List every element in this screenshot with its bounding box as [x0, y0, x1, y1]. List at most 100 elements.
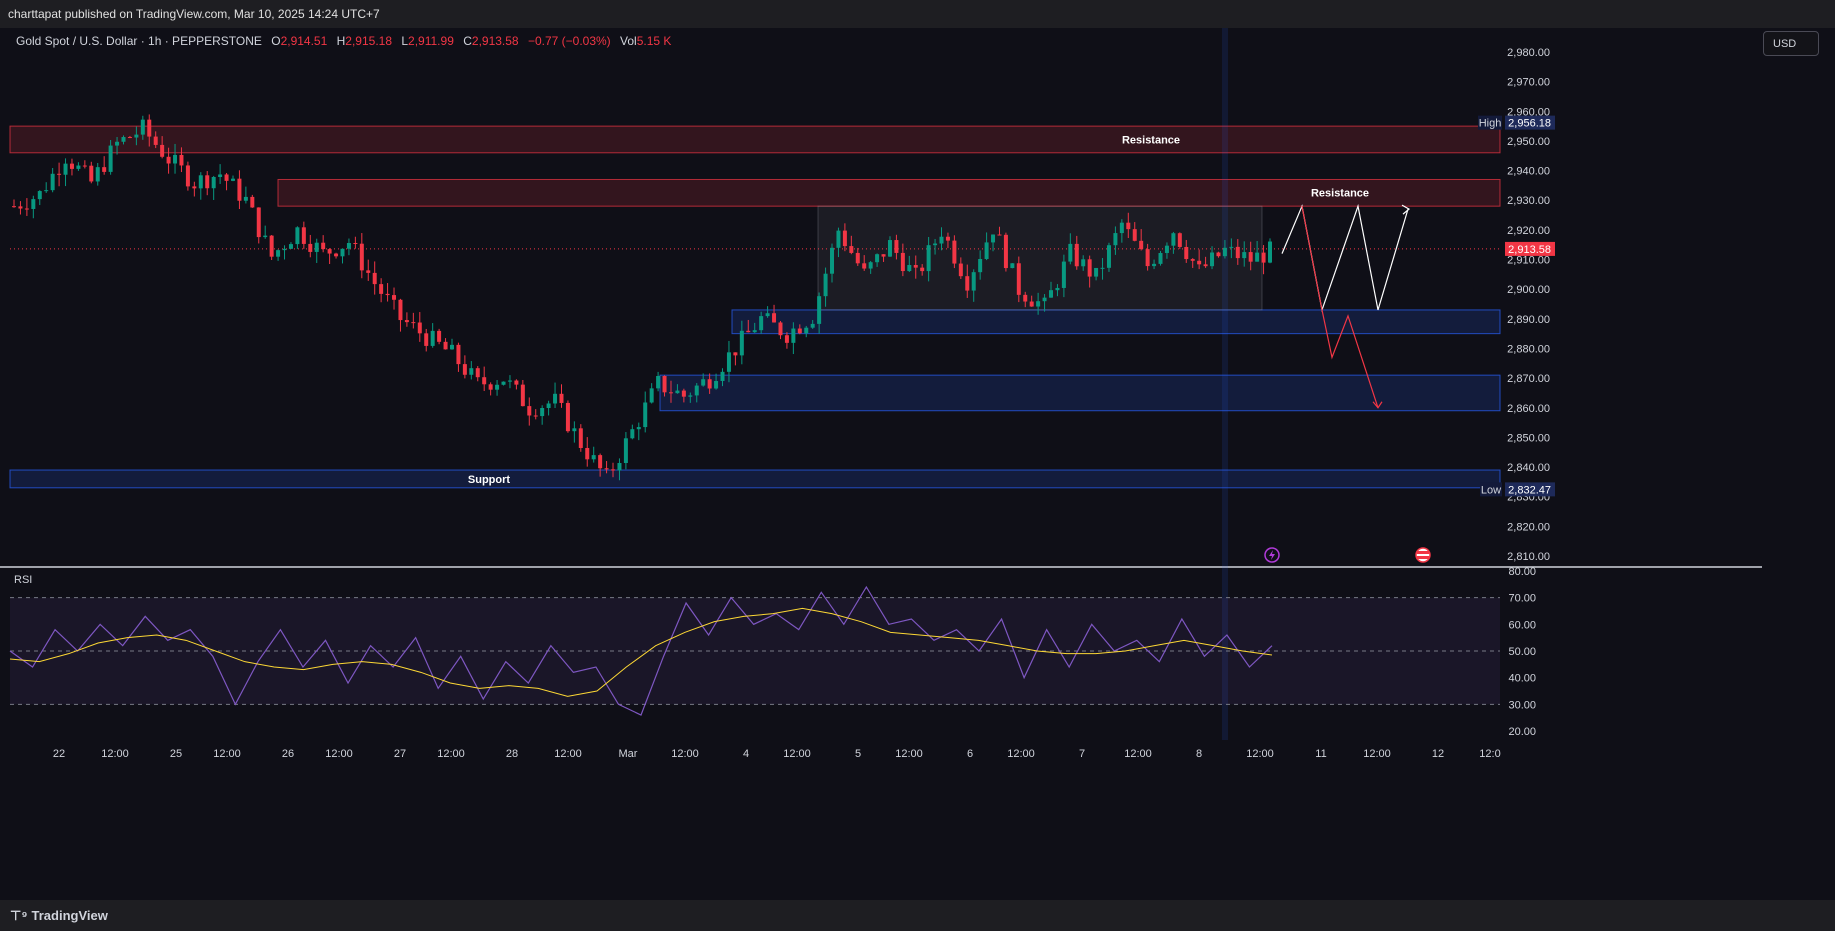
candle-body: [57, 173, 62, 175]
candle-body: [868, 262, 873, 269]
candle-body: [488, 384, 493, 390]
rsi-tick-label: 30.00: [1508, 699, 1536, 711]
candle-body: [134, 134, 139, 138]
candle-body: [243, 196, 248, 201]
time-tick-label: 5: [855, 748, 861, 760]
candle-body: [1126, 222, 1131, 230]
candle-body: [1081, 259, 1086, 267]
candle-body: [127, 137, 132, 139]
zone-support-range: [731, 309, 1501, 335]
candle-body: [18, 206, 23, 209]
time-tick-label: 8: [1196, 748, 1202, 760]
time-tick-label: 27: [394, 748, 406, 760]
candle-body: [1049, 290, 1054, 298]
candle-body: [804, 327, 809, 334]
candle-body: [404, 320, 409, 323]
candle-body: [475, 368, 480, 378]
candle-body: [926, 245, 931, 272]
publish-header: charttapat published on TradingView.com,…: [0, 0, 1835, 28]
candle-body: [694, 385, 699, 396]
candle-body: [1248, 252, 1253, 262]
candle-body: [1255, 252, 1260, 262]
projection-bullish-path: [1281, 203, 1409, 313]
time-tick-label: 12:00: [1124, 748, 1152, 760]
candle-body: [997, 234, 1002, 236]
candle-body: [572, 428, 577, 432]
time-tick-label: 11: [1315, 748, 1326, 760]
price-tick-label: 2,940.00: [1507, 166, 1550, 178]
candle-body: [598, 455, 603, 469]
candle-body: [430, 330, 435, 346]
price-tick-label: 2,820.00: [1507, 521, 1550, 533]
price-tick-label: 2,910.00: [1507, 255, 1550, 267]
candle-body: [346, 242, 351, 249]
time-tick-label: 12:00: [895, 748, 923, 760]
candle-body: [791, 328, 796, 343]
candle-body: [720, 371, 725, 382]
candle-body: [991, 234, 996, 243]
candle-body: [759, 316, 764, 331]
candle-body: [501, 381, 506, 385]
time-tick-label: 12:00: [783, 748, 811, 760]
brand-name: TradingView: [31, 908, 108, 923]
candle-body: [842, 230, 847, 247]
time-tick-label: 28: [506, 748, 518, 760]
candle-body: [945, 236, 950, 241]
candle-body: [900, 252, 905, 272]
candle-body: [952, 240, 957, 264]
candle-body: [89, 165, 94, 182]
candle-body: [308, 243, 313, 252]
candle-body: [765, 313, 770, 317]
candle-body: [778, 322, 783, 336]
candle-body: [160, 144, 165, 157]
candle-body: [578, 428, 583, 448]
candle-body: [1197, 260, 1202, 265]
candle-body: [1268, 241, 1272, 263]
candle-body: [121, 137, 126, 142]
candle-body: [662, 375, 667, 393]
time-tick-label: 12:00: [1363, 748, 1391, 760]
footer-brand[interactable]: ⊤⁹ TradingView: [10, 908, 108, 924]
candle-body: [340, 248, 345, 257]
time-tick-label: 12:00: [1007, 748, 1035, 760]
time-tick-label: 25: [170, 748, 182, 760]
candle-body: [288, 244, 293, 249]
tradingview-logo-icon: ⊤⁹: [10, 908, 28, 923]
candle-body: [823, 273, 828, 297]
candle-body: [12, 206, 16, 208]
candle-body: [462, 364, 467, 375]
price-tick-label: 2,880.00: [1507, 343, 1550, 355]
candle-body: [656, 375, 661, 389]
candle-body: [24, 208, 29, 210]
candle-body: [688, 395, 693, 397]
candle-body: [533, 415, 538, 417]
candle-body: [1203, 264, 1208, 267]
rsi-tick-label: 70.00: [1508, 593, 1536, 605]
candle-body: [520, 384, 525, 407]
candle-body: [218, 174, 223, 177]
candle-body: [173, 154, 178, 164]
low-label: Low: [1481, 484, 1501, 496]
rsi-tick-label: 80.00: [1508, 566, 1536, 578]
candle-body: [817, 296, 822, 324]
candle-body: [649, 388, 654, 403]
candle-body: [398, 299, 403, 321]
candle-body: [192, 186, 197, 189]
chart-area[interactable]: Resistance Resistance Support RSI 2,810.00…: [0, 28, 1835, 900]
candle-body: [256, 207, 261, 238]
candle-body: [623, 438, 628, 464]
time-axis: 22 12:00 25 12:00 26 12:00 27 12:00 28 12:00 Mar 12…: [53, 748, 1501, 760]
zone-label: Support: [468, 474, 510, 486]
flag-stripe-icon: [1417, 556, 1429, 559]
candle-body: [1016, 263, 1021, 295]
candle-body: [301, 227, 306, 244]
candle-body: [958, 263, 963, 277]
candle-body: [643, 402, 648, 428]
candle-body: [1145, 249, 1150, 267]
time-tick-label: 26: [282, 748, 294, 760]
candle-body: [31, 199, 36, 209]
candle-body: [810, 323, 815, 328]
candle-body: [211, 176, 216, 189]
price-tick-label: 2,900.00: [1507, 284, 1550, 296]
candle-body: [636, 427, 641, 430]
